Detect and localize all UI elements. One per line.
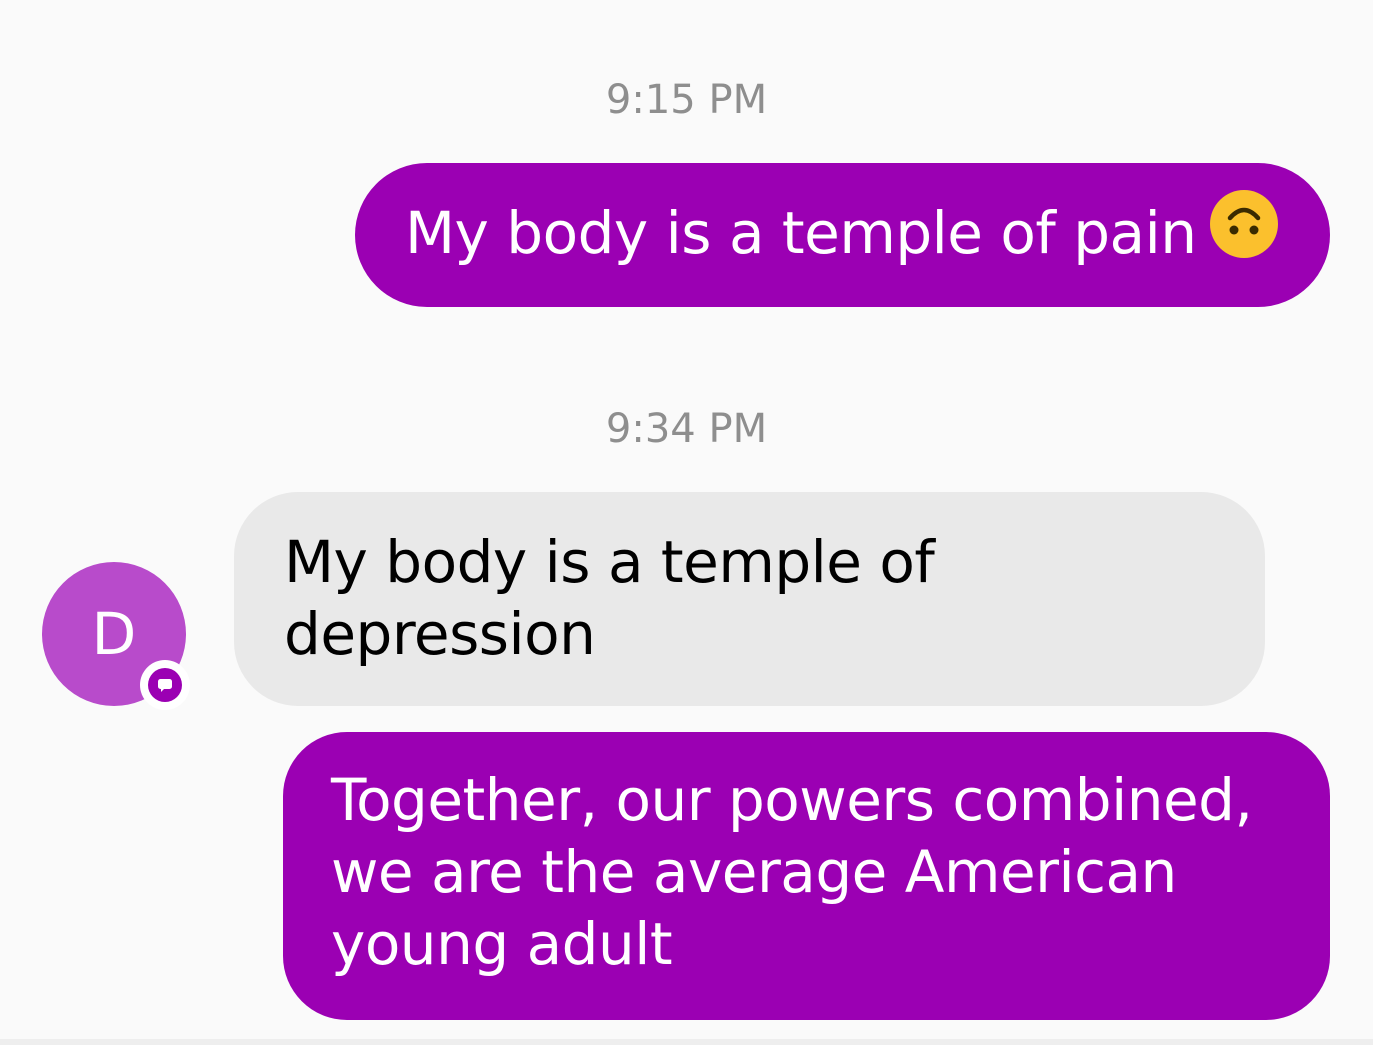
outgoing-message-bubble[interactable]: Together, our powers combined, we are th…: [283, 732, 1330, 1020]
conversation-thread[interactable]: 9:15 PM My body is a temple of pain 9:34…: [0, 0, 1373, 1045]
incoming-message-bubble[interactable]: My body is a temple of depression: [234, 492, 1265, 706]
message-text-line: we are the average American: [331, 838, 1177, 906]
message-text-line: My body is a temple of: [284, 528, 935, 596]
timestamp: 9:34 PM: [605, 406, 768, 452]
divider: [0, 1039, 1373, 1045]
message-text-line: depression: [284, 600, 596, 668]
timestamp: 9:15 PM: [605, 77, 768, 123]
avatar-initial: D: [91, 600, 137, 668]
chat-bubble-icon: [140, 660, 190, 710]
message-text-line: Together, our powers combined,: [331, 766, 1253, 834]
upside-down-face-icon: [1208, 188, 1280, 276]
message-text: My body is a temple of pain: [405, 199, 1197, 267]
outgoing-message-bubble[interactable]: My body is a temple of pain: [355, 163, 1330, 307]
message-text-line: young adult: [331, 910, 673, 978]
